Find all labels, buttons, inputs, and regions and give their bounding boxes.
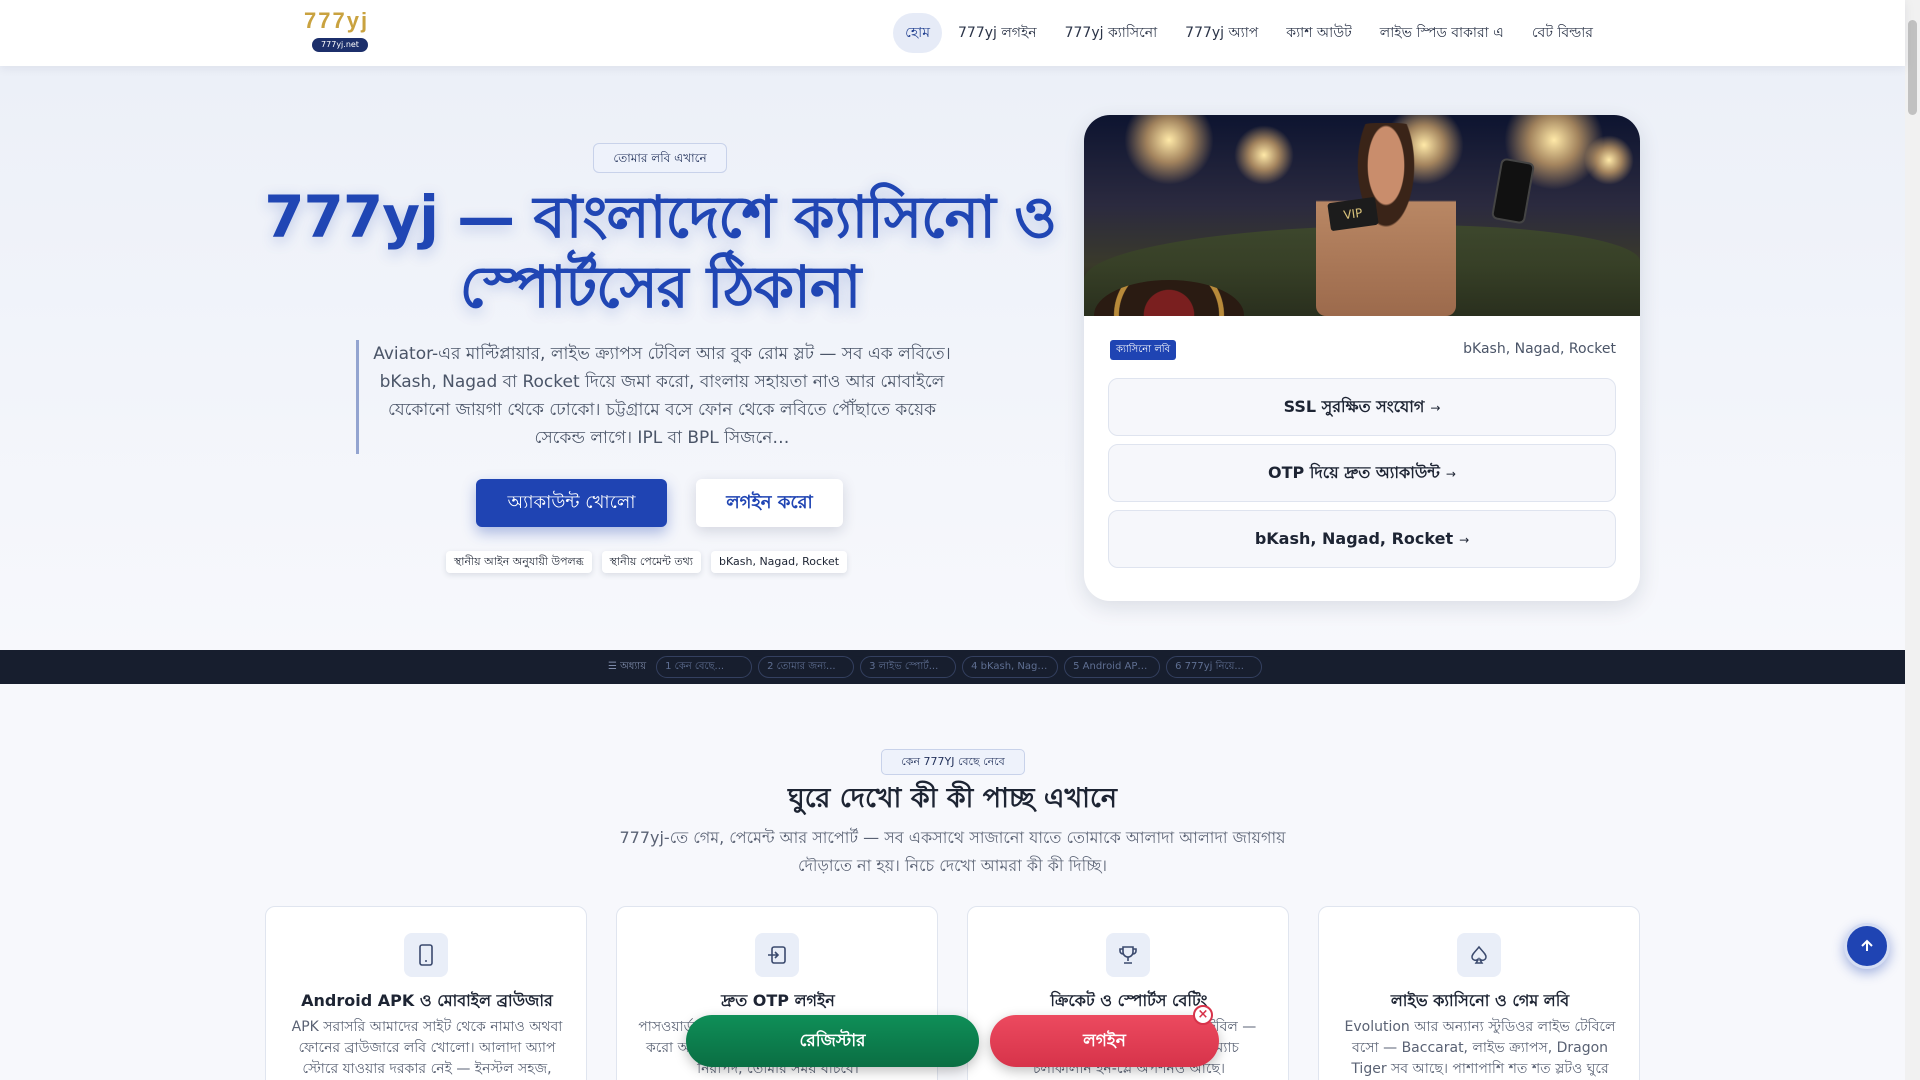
features-tag: কেন 777YJ বেছে নেবে [881, 749, 1025, 775]
nav-item-casino[interactable]: 777yj ক্যাসিনো [1053, 13, 1170, 53]
feature-title: লাইভ ক্যাসিনো ও গেম লবি [1390, 991, 1570, 1010]
chapter-pill[interactable]: 3 লাইভ স্পোর্ট... [860, 656, 957, 678]
scroll-to-top-button[interactable] [1844, 923, 1890, 969]
card-row-label: SSL সুরক্ষিত সংযোগ [1283, 397, 1425, 416]
page-scrollbar[interactable] [1905, 0, 1920, 1080]
feature-description: APK সরাসরি আমাদের সাইট থেকে নামাও অথবা ফ… [291, 1019, 563, 1077]
login-button[interactable]: লগইন করো [696, 479, 843, 527]
close-icon[interactable]: × [1193, 1005, 1213, 1025]
feature-description: Evolution আর অন্যান্য স্টুডিওর লাইভ টেবি… [1344, 1019, 1616, 1077]
feature-title: দ্রুত OTP লগইন [721, 991, 835, 1010]
hero-promo-image: VIP [1084, 115, 1640, 316]
spade-icon [1457, 933, 1501, 977]
ssl-secure-row[interactable]: SSL সুরক্ষিত সংযোগ → [1108, 378, 1616, 436]
nav-item-bet-builder[interactable]: বেট বিল্ডার [1520, 13, 1605, 53]
payment-methods-text: bKash, Nagad, Rocket [1463, 341, 1616, 357]
hero-chip: স্থানীয় পেমেন্ট তথ্য [601, 551, 701, 573]
otp-account-row[interactable]: OTP দিয়ে দ্রুত অ্যাকাউন্ট → [1108, 444, 1616, 502]
logo-wordmark: 777yj [304, 8, 370, 33]
open-account-button[interactable]: অ্যাকাউন্ট খোলো [476, 479, 667, 527]
chapter-navigation: ☰ অধ্যায় 1 কেন বেছে... 2 তোমার জন্য... … [0, 650, 1905, 684]
chapter-pill[interactable]: 5 Android APK... [1064, 656, 1161, 678]
nav-item-login[interactable]: 777yj লগইন [946, 13, 1049, 53]
arrow-up-icon [1861, 939, 1873, 951]
nav-item-app[interactable]: 777yj অ্যাপ [1173, 13, 1270, 53]
feature-title: Android APK ও মোবাইল ব্রাউজার [301, 991, 553, 1010]
arrow-right-icon: → [1445, 467, 1456, 481]
card-row-label: bKash, Nagad, Rocket [1254, 529, 1454, 548]
feature-title: ক্রিকেট ও স্পোর্টস বেটিং [1050, 991, 1208, 1010]
hero-tag: তোমার লবি এখানে [593, 143, 727, 173]
nav-item-cashout[interactable]: ক্যাশ আউট [1274, 13, 1364, 53]
arrow-right-icon: → [1430, 401, 1441, 415]
nav-item-home[interactable]: হোম [893, 13, 943, 53]
hero-quote-bar [356, 340, 359, 454]
hero-title: 777yj — বাংলাদেশে ক্যাসিনো ও স্পোর্টসের … [264, 183, 1057, 321]
logo-domain-badge: 777yj.net [312, 38, 368, 52]
chapter-pill[interactable]: 1 কেন বেছে... [656, 656, 753, 678]
login-icon [755, 933, 799, 977]
site-header: 777yj 777yj.net হোম 777yj লগইন 777yj ক্য… [0, 0, 1905, 66]
payment-methods-row[interactable]: bKash, Nagad, Rocket → [1108, 510, 1616, 568]
chapter-pill[interactable]: 2 তোমার জন্য... [758, 656, 855, 678]
feature-card-live-casino: লাইভ ক্যাসিনো ও গেম লবি Evolution আর অন্… [1318, 906, 1640, 1080]
firework-graphic [1234, 125, 1294, 185]
trophy-icon [1106, 933, 1150, 977]
site-logo[interactable]: 777yj 777yj.net [300, 8, 380, 54]
features-description: 777yj-তে গেম, পেমেন্ট আর সাপোর্ট — সব এক… [619, 828, 1286, 875]
hero-chips: স্থানীয় আইন অনুযায়ী উপলব্ধ স্থানীয় পে… [446, 551, 848, 573]
nav-item-live-speed-baccarat[interactable]: লাইভ স্পিড বাকারা এ [1368, 13, 1516, 53]
firework-graphic [1124, 115, 1214, 185]
firework-graphic [1584, 135, 1634, 185]
casino-lobby-badge: ক্যাসিনো লবি [1110, 340, 1177, 360]
phone-icon [404, 933, 448, 977]
chapter-label: ☰ অধ্যায় [608, 661, 647, 672]
phone-graphic [1490, 157, 1536, 225]
main-nav: হোম 777yj লগইন 777yj ক্যাসিনো 777yj অ্যা… [893, 12, 1605, 54]
features-title: ঘুরে দেখো কী কী পাচ্ছ এখানে [788, 783, 1117, 814]
floating-register-button[interactable]: রেজিস্টার [686, 1015, 979, 1067]
scrollbar-thumb[interactable] [1908, 20, 1917, 115]
chapter-pill[interactable]: 4 bKash, Naga... [962, 656, 1059, 678]
floating-login-button[interactable]: লগইন [990, 1015, 1219, 1067]
hero-chip: bKash, Nagad, Rocket [711, 551, 848, 573]
casino-lobby-card: VIP ক্যাসিনো লবি bKash, Nagad, Rocket SS… [1084, 115, 1640, 601]
chapter-pill[interactable]: 6 777yj নিয়ে... [1166, 656, 1263, 678]
arrow-right-icon: → [1459, 533, 1470, 547]
feature-card-android: Android APK ও মোবাইল ব্রাউজার APK সরাসরি… [265, 906, 587, 1080]
hero-chip: স্থানীয় আইন অনুযায়ী উপলব্ধ [446, 551, 592, 573]
hero-description: Aviator-এর মাল্টিপ্লায়ার, লাইভ ক্র্যাপস… [373, 344, 951, 448]
card-row-label: OTP দিয়ে দ্রুত অ্যাকাউন্ট [1268, 463, 1440, 482]
